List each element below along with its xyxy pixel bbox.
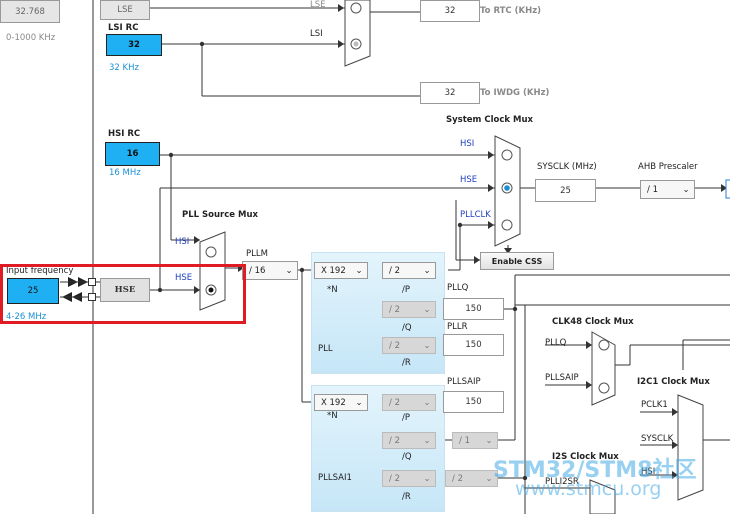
pllm-label: PLLM [246, 249, 268, 259]
lse-block-label: LSE [117, 5, 133, 15]
pllsai1-p-label: /P [402, 413, 410, 423]
sysmux-hsi-label: HSI [460, 139, 475, 149]
pllsai1-n-label: *N [327, 411, 338, 421]
pll-p-value: / 2 [389, 265, 400, 276]
pllq-label: PLLQ [447, 283, 469, 293]
pll-name: PLL [318, 344, 333, 354]
pllsai1-n-value: X 192 [321, 397, 346, 408]
pll-q-label: /Q [402, 323, 412, 333]
chevron-down-icon: ⌄ [423, 397, 431, 408]
chevron-down-icon: ⌄ [355, 265, 363, 276]
pll-n-select[interactable]: X 192 ⌄ [314, 262, 368, 279]
i2c1-mux-title: I2C1 Clock Mux [637, 377, 710, 387]
lsi-rc-unit: 32 KHz [109, 63, 139, 73]
iwdg-label: To IWDG (KHz) [480, 88, 550, 98]
rtc-value-field[interactable]: 32 [420, 0, 480, 22]
pllmux-hsi-radio[interactable] [204, 245, 218, 259]
lse-line-label: LSE [310, 0, 326, 10]
clk48-pllsaip-label: PLLSAIP [545, 373, 579, 383]
lse-block[interactable]: LSE [100, 0, 150, 20]
system-clock-mux-title: System Clock Mux [446, 115, 534, 125]
pllsaip-label: PLLSAIP [447, 377, 481, 387]
pllr-value: 150 [465, 340, 482, 350]
pll-n-value: X 192 [321, 265, 346, 276]
iwdg-value-field[interactable]: 32 [420, 82, 480, 104]
lse-frequency-value: 32.768 [15, 6, 45, 17]
pllr-field[interactable]: 150 [443, 334, 504, 356]
pllq-field[interactable]: 150 [443, 298, 504, 320]
pllsai1-r-select[interactable]: / 2 ⌄ [382, 470, 436, 487]
pllr-label: PLLR [447, 322, 468, 332]
chevron-down-icon: ⌄ [423, 265, 431, 276]
chevron-down-icon: ⌄ [423, 340, 431, 351]
sysmux-pllclk-radio[interactable] [500, 218, 514, 232]
pllsai1-r-value: / 2 [389, 473, 400, 484]
pll-source-mux-title: PLL Source Mux [182, 210, 258, 220]
lse-range-label: 0-1000 KHz [6, 33, 56, 43]
clk48-pllq-radio[interactable] [597, 338, 611, 352]
clk48-mux-title: CLK48 Clock Mux [552, 317, 634, 327]
ahb-prescaler-label: AHB Prescaler [638, 162, 698, 172]
iwdg-value: 32 [444, 88, 456, 98]
pllsaip-value: 150 [465, 397, 482, 407]
clk48-pllsaip-radio[interactable] [597, 381, 611, 395]
chevron-down-icon: ⌄ [423, 435, 431, 446]
pllsai1-r2-value: / 2 [452, 473, 463, 484]
i2c1-sysclk-label: SYSCLK [641, 434, 674, 444]
pllsai1-name: PLLSAI1 [318, 473, 352, 483]
pll-r-select[interactable]: / 2 ⌄ [382, 337, 436, 354]
pllmux-hsi-label: HSI [175, 237, 190, 247]
sysclk-input[interactable]: 25 [535, 179, 596, 202]
chevron-down-icon: ⌄ [682, 184, 690, 195]
enable-css-button[interactable]: Enable CSS [480, 252, 554, 270]
ahb-prescaler-value: / 1 [647, 184, 658, 195]
pllm-value: / 16 [249, 265, 266, 276]
pll-n-label: *N [327, 285, 338, 295]
pllsai1-q-value: / 2 [389, 435, 400, 446]
sysmux-hsi-radio[interactable] [500, 150, 514, 164]
pllsai1-r-label: /R [402, 492, 411, 502]
rtc-value: 32 [444, 6, 456, 16]
i2c1-pclk1-label: PCLK1 [641, 400, 668, 410]
pllsai1-n-select[interactable]: X 192 ⌄ [314, 394, 368, 411]
pllsai1-q-select[interactable]: / 2 ⌄ [382, 432, 436, 449]
hsi-rc-value: 16 [105, 142, 160, 166]
clk48-pllq-label: PLLQ [545, 338, 567, 348]
pllsai1-p-value: / 2 [389, 397, 400, 408]
highlight-box [0, 264, 246, 324]
chevron-down-icon: ⌄ [285, 265, 293, 276]
hsi-rc-unit: 16 MHz [109, 168, 141, 178]
pllm-select[interactable]: / 16 ⌄ [242, 261, 298, 280]
watermark-url: www.stmcu.org [515, 478, 662, 500]
sysmux-pllclk-label: PLLCLK [460, 210, 491, 220]
chevron-down-icon: ⌄ [485, 435, 493, 446]
lsi-rc-value: 32 [106, 34, 162, 56]
chevron-down-icon: ⌄ [423, 473, 431, 484]
sysmux-hse-radio[interactable] [500, 181, 514, 195]
lse-frequency-input[interactable]: 32.768 [0, 0, 60, 23]
pllsai1-r2-select[interactable]: / 2 ⌄ [445, 470, 498, 487]
ahb-prescaler-select[interactable]: / 1 ⌄ [640, 180, 695, 199]
pll-r-value: / 2 [389, 340, 400, 351]
lsi-line-label: LSI [310, 29, 323, 39]
lsi-rc-title: LSI RC [108, 23, 139, 33]
pll-p-label: /P [402, 285, 410, 295]
pllsai1-q-label: /Q [402, 452, 412, 462]
pll-q-select[interactable]: / 2 ⌄ [382, 301, 436, 318]
sysclk-label: SYSCLK (MHz) [537, 162, 597, 172]
hsi-rc-title: HSI RC [108, 129, 141, 139]
pllq-value: 150 [465, 304, 482, 314]
rtc-label: To RTC (KHz) [480, 6, 542, 16]
pllsai1-q2-value: / 1 [459, 435, 470, 446]
pll-p-select[interactable]: / 2 ⌄ [382, 262, 436, 279]
pll-q-value: / 2 [389, 304, 400, 315]
sysclk-value: 25 [560, 185, 571, 196]
chevron-down-icon: ⌄ [423, 304, 431, 315]
pllsai1-q2-select[interactable]: / 1 ⌄ [452, 432, 498, 449]
pll-r-label: /R [402, 358, 411, 368]
pllsai1-p-select[interactable]: / 2 ⌄ [382, 394, 436, 411]
chevron-down-icon: ⌄ [355, 397, 363, 408]
sysmux-hse-label: HSE [460, 175, 478, 185]
pllsaip-field[interactable]: 150 [443, 391, 504, 413]
